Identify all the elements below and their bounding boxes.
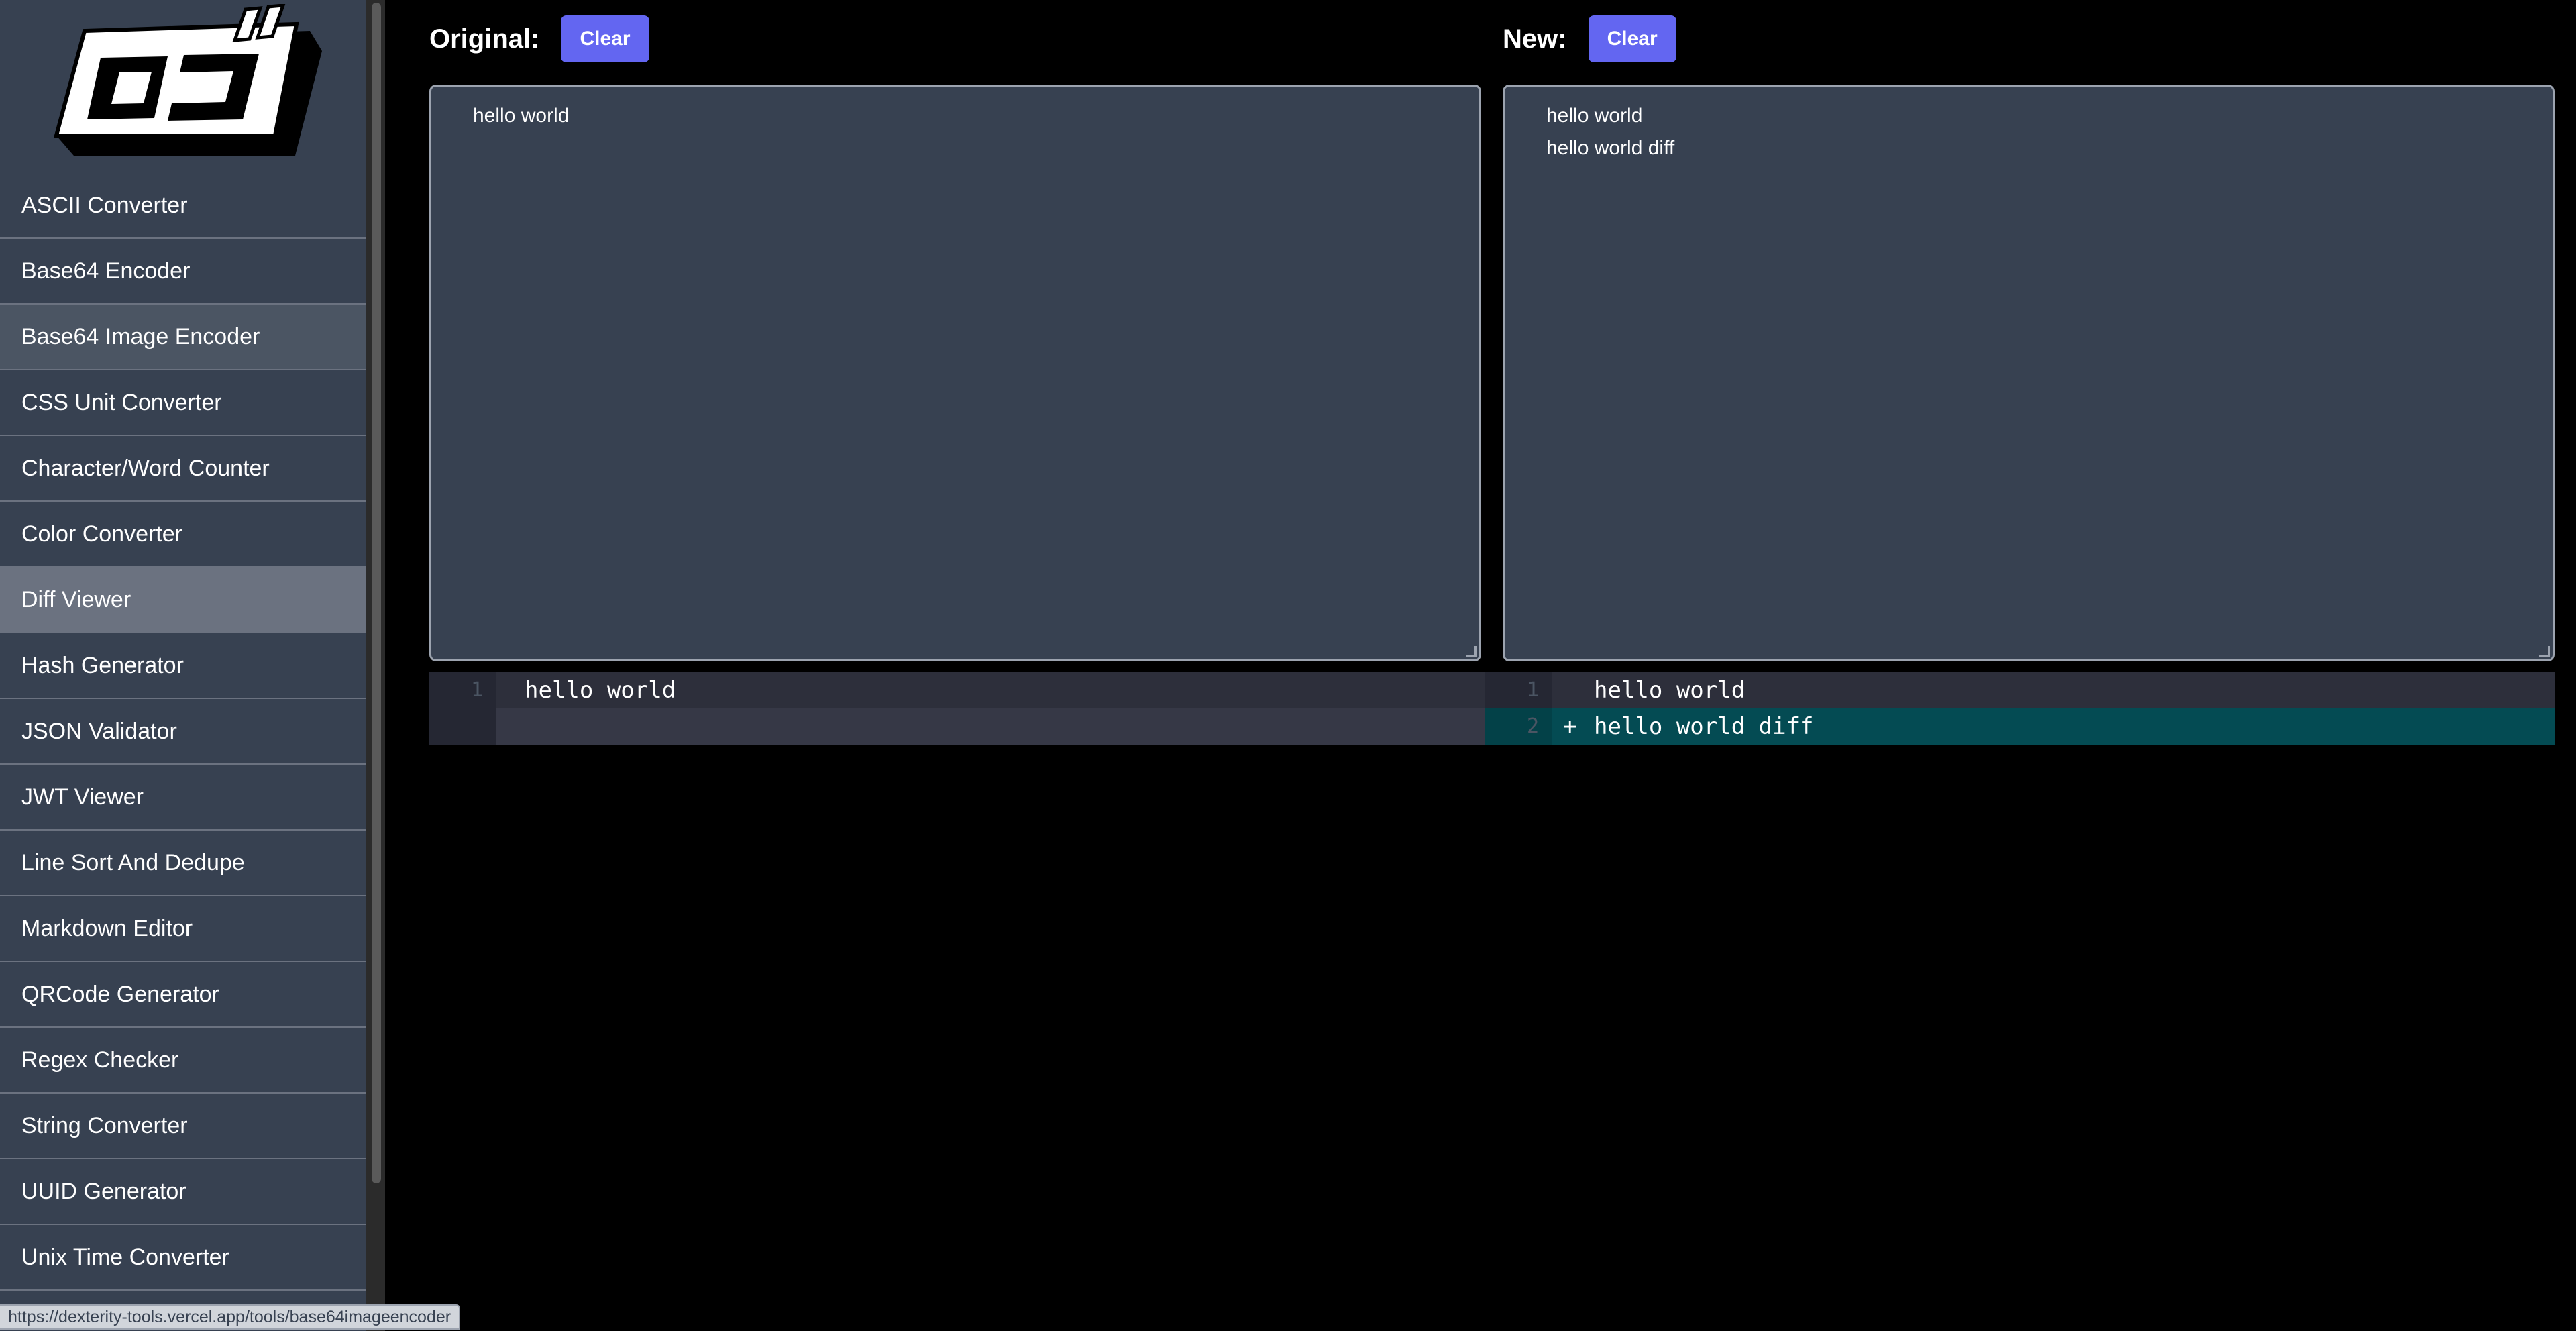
logo-icon[interactable] xyxy=(47,4,322,156)
sidebar-item-jwt-viewer[interactable]: JWT Viewer xyxy=(0,765,366,831)
status-url: https://dexterity-tools.vercel.app/tools… xyxy=(0,1304,461,1330)
new-clear-button[interactable]: Clear xyxy=(1588,15,1676,62)
sidebar-item-label: Markdown Editor xyxy=(21,915,193,941)
sidebar-item-qrcode-generator[interactable]: QRCode Generator xyxy=(0,962,366,1028)
sidebar-item-ascii-converter[interactable]: ASCII Converter xyxy=(0,173,366,239)
sidebar-item-label: Diff Viewer xyxy=(21,586,131,613)
new-title: New: xyxy=(1503,23,1567,54)
sidebar-item-hash-generator[interactable]: Hash Generator xyxy=(0,633,366,699)
sidebar-item-css-unit-converter[interactable]: CSS Unit Converter xyxy=(0,370,366,436)
diff-row: 1 hello world xyxy=(429,672,1485,708)
new-header: New: Clear xyxy=(1503,15,1676,63)
sidebar-item-label: CSS Unit Converter xyxy=(21,389,222,415)
editor-line: hello world xyxy=(473,105,570,127)
sidebar-item-label: ASCII Converter xyxy=(21,192,188,218)
editor-line: hello world diff xyxy=(1546,137,1675,159)
diff-left-pane: 1 hello world xyxy=(429,672,1485,745)
sidebar-item-uuid-generator[interactable]: UUID Generator xyxy=(0,1159,366,1225)
sidebar-item-label: Character/Word Counter xyxy=(21,455,270,481)
new-textarea[interactable]: hello world hello world diff xyxy=(1503,85,2555,661)
sidebar-item-label: Color Converter xyxy=(21,521,182,547)
sidebar-item-character-word-counter[interactable]: Character/Word Counter xyxy=(0,436,366,502)
diff-row: 1 hello world xyxy=(1485,672,2555,708)
original-header: Original: Clear xyxy=(429,15,649,63)
sidebar-item-label: Regex Checker xyxy=(21,1047,179,1073)
diff-line-number: 1 xyxy=(1485,672,1552,708)
sidebar: ASCII Converter Base64 Encoder Base64 Imag… xyxy=(0,0,366,1331)
sidebar-item-json-validator[interactable]: JSON Validator xyxy=(0,699,366,765)
original-clear-button[interactable]: Clear xyxy=(561,15,649,62)
sidebar-item-label: Hash Generator xyxy=(21,652,184,678)
sidebar-item-base64-encoder[interactable]: Base64 Encoder xyxy=(0,239,366,305)
original-title: Original: xyxy=(429,23,540,54)
sidebar-item-label: JSON Validator xyxy=(21,718,177,744)
resize-grip-icon[interactable] xyxy=(2539,646,2550,657)
diff-row: 2 + hello world diff xyxy=(1485,708,2555,745)
sidebar-scrollbar-thumb[interactable] xyxy=(372,3,381,1183)
original-textarea[interactable]: hello world xyxy=(429,85,1481,661)
diff-line-number xyxy=(429,708,496,745)
diff-row xyxy=(429,708,1485,745)
sidebar-item-label: String Converter xyxy=(21,1112,188,1138)
app-window: ASCII Converter Base64 Encoder Base64 Imag… xyxy=(0,0,2576,1331)
sidebar-item-label: Unix Time Converter xyxy=(21,1244,229,1270)
sidebar-item-label: JWT Viewer xyxy=(21,784,144,810)
sidebar-scrollbar[interactable] xyxy=(366,0,385,1331)
sidebar-nav: ASCII Converter Base64 Encoder Base64 Imag… xyxy=(0,173,366,1291)
diff-line-number: 2 xyxy=(1485,708,1552,745)
resize-grip-icon[interactable] xyxy=(1466,646,1477,657)
sidebar-item-string-converter[interactable]: String Converter xyxy=(0,1094,366,1159)
sidebar-item-line-sort-and-dedupe[interactable]: Line Sort And Dedupe xyxy=(0,831,366,896)
diff-marker: + xyxy=(1563,713,1577,740)
diff-view: 1 hello world 1 hello world 2 + hello world d… xyxy=(429,672,2555,745)
sidebar-item-label: Base64 Image Encoder xyxy=(21,323,260,350)
sidebar-item-diff-viewer[interactable]: Diff Viewer xyxy=(0,568,366,633)
sidebar-item-label: UUID Generator xyxy=(21,1178,186,1204)
sidebar-item-label: Line Sort And Dedupe xyxy=(21,849,245,875)
sidebar-item-color-converter[interactable]: Color Converter xyxy=(0,502,366,568)
sidebar-item-markdown-editor[interactable]: Markdown Editor xyxy=(0,896,366,962)
diff-line-text: hello world xyxy=(525,677,676,704)
diff-line-text: hello world xyxy=(1594,677,1746,704)
diff-line-text: hello world diff xyxy=(1594,713,1814,740)
sidebar-item-unix-time-converter[interactable]: Unix Time Converter xyxy=(0,1225,366,1291)
sidebar-item-label: QRCode Generator xyxy=(21,981,219,1007)
sidebar-item-label: Base64 Encoder xyxy=(21,258,191,284)
editor-line: hello world xyxy=(1546,105,1643,127)
diff-right-pane: 1 hello world 2 + hello world diff xyxy=(1485,672,2555,745)
sidebar-item-base64-image-encoder[interactable]: Base64 Image Encoder xyxy=(0,305,366,370)
sidebar-item-regex-checker[interactable]: Regex Checker xyxy=(0,1028,366,1094)
diff-line-number: 1 xyxy=(429,672,496,708)
